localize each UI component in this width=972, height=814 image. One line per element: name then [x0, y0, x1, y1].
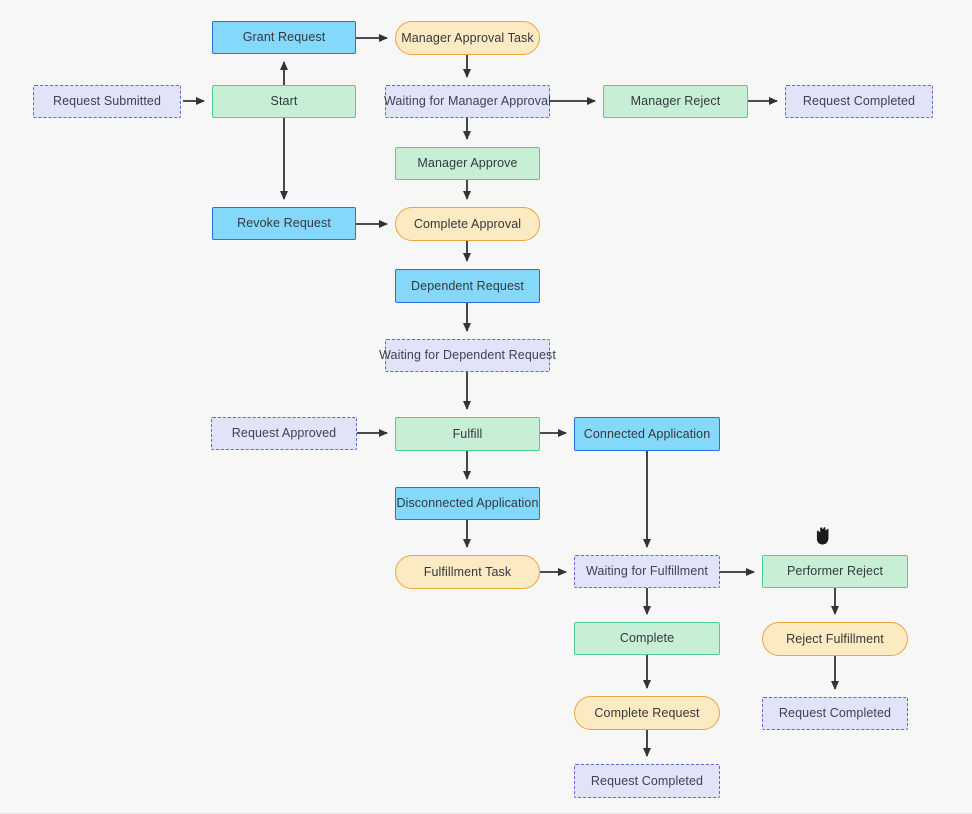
node-manager-approval-task[interactable]: Manager Approval Task: [395, 21, 540, 55]
node-label: Request Completed: [778, 706, 892, 720]
node-start[interactable]: Start: [212, 85, 356, 118]
node-complete-request[interactable]: Complete Request: [574, 696, 720, 730]
edge-layer: [183, 34, 839, 757]
node-manager-approve[interactable]: Manager Approve: [395, 147, 540, 180]
node-reject-fulfillment[interactable]: Reject Fulfillment: [762, 622, 908, 656]
node-waiting-dependent-request[interactable]: Waiting for Dependent Request: [379, 339, 556, 372]
node-request-submitted[interactable]: Request Submitted: [33, 85, 181, 118]
node-label: Performer Reject: [786, 564, 884, 578]
node-label: Complete: [619, 631, 675, 645]
node-complete-approval[interactable]: Complete Approval: [395, 207, 540, 241]
node-dependent-request[interactable]: Dependent Request: [395, 269, 540, 303]
node-manager-reject[interactable]: Manager Reject: [603, 85, 748, 118]
node-fulfillment-task[interactable]: Fulfillment Task: [395, 555, 540, 589]
node-request-completed-2[interactable]: Request Completed: [762, 697, 908, 730]
node-grant-request[interactable]: Grant Request: [212, 21, 356, 54]
node-label: Start: [270, 94, 298, 108]
node-label: Manager Approval Task: [401, 30, 534, 45]
node-waiting-manager-approval[interactable]: Waiting for Manager Approval: [384, 85, 552, 118]
workflow-canvas[interactable]: Request Submitted Grant Request Start Revok…: [0, 0, 972, 814]
node-label: Dependent Request: [411, 278, 524, 293]
node-request-approved[interactable]: Request Approved: [211, 417, 357, 450]
node-label: Revoke Request: [237, 216, 331, 230]
edges-group: [183, 34, 839, 757]
node-label: Reject Fulfillment: [786, 631, 884, 646]
node-request-completed-1[interactable]: Request Completed: [785, 85, 933, 118]
node-label: Request Completed: [590, 773, 704, 788]
node-label: Fulfill: [452, 426, 483, 441]
node-performer-reject[interactable]: Performer Reject: [762, 555, 908, 588]
node-complete[interactable]: Complete: [574, 622, 720, 655]
node-fulfill[interactable]: Fulfill: [395, 417, 540, 451]
node-label: Fulfillment Task: [423, 564, 512, 579]
node-label: Connected Application: [583, 426, 711, 441]
node-label: Request Submitted: [52, 94, 161, 108]
node-connected-application[interactable]: Connected Application: [574, 417, 720, 451]
node-label: Request Approved: [231, 426, 337, 440]
node-label: Complete Approval: [413, 216, 522, 231]
node-request-completed-3[interactable]: Request Completed: [574, 764, 720, 798]
node-label: Grant Request: [242, 30, 326, 44]
node-label: Waiting for Dependent Request: [379, 348, 556, 362]
grab-hand-cursor: [812, 524, 834, 548]
node-label: Disconnected Application: [396, 496, 539, 510]
node-disconnected-application[interactable]: Disconnected Application: [395, 487, 540, 520]
node-label: Complete Request: [594, 705, 700, 720]
node-revoke-request[interactable]: Revoke Request: [212, 207, 356, 240]
node-waiting-for-fulfillment[interactable]: Waiting for Fulfillment: [574, 555, 720, 588]
node-label: Waiting for Fulfillment: [585, 564, 708, 578]
node-label: Request Completed: [802, 94, 916, 108]
node-label: Manager Approve: [417, 156, 518, 170]
node-label: Waiting for Manager Approval: [384, 94, 552, 108]
node-label: Manager Reject: [630, 94, 721, 108]
